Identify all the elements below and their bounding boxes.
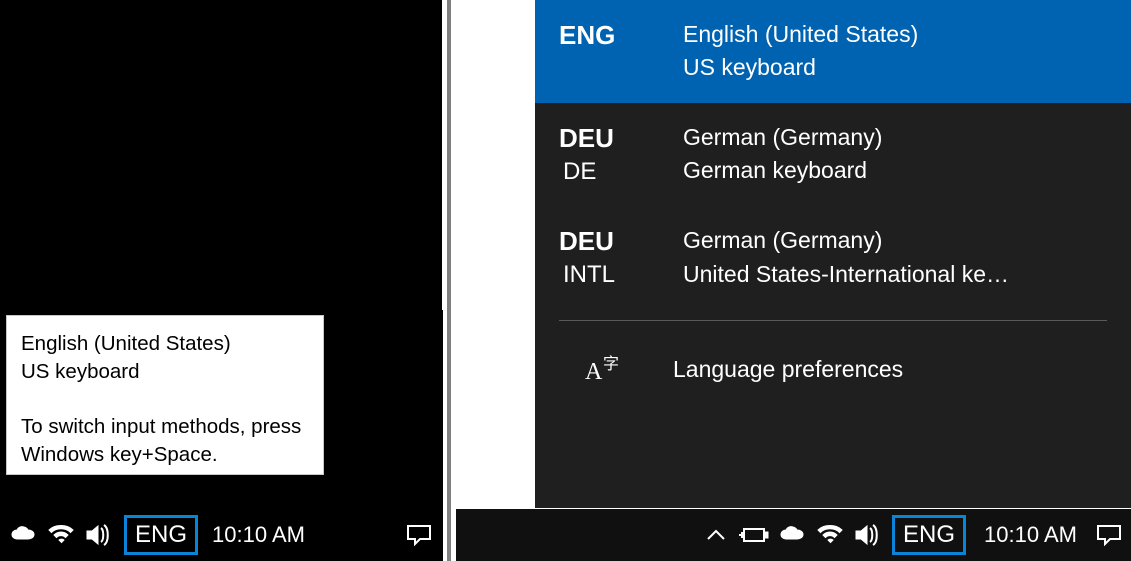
wifi-icon[interactable] — [812, 509, 848, 561]
language-text: German (Germany) United States-Internati… — [683, 224, 1107, 291]
language-preferences-link[interactable]: A 字 Language preferences — [535, 331, 1131, 409]
volume-icon[interactable] — [82, 509, 116, 561]
action-center-icon[interactable] — [402, 509, 436, 561]
right-taskbar: ENG 10:10 AM — [456, 509, 1131, 561]
language-indicator[interactable]: ENG — [124, 515, 198, 555]
language-text: English (United States) US keyboard — [683, 18, 1107, 85]
onedrive-icon[interactable] — [774, 509, 810, 561]
wifi-icon[interactable] — [44, 509, 78, 561]
svg-text:A: A — [585, 359, 603, 385]
separator-tick — [440, 310, 443, 561]
left-taskbar: ENG 10:10 AM — [0, 509, 442, 561]
flyout-separator — [559, 320, 1107, 321]
panel-divider — [447, 0, 451, 561]
svg-text:字: 字 — [603, 355, 619, 373]
language-code: ENG — [559, 18, 655, 53]
taskbar-clock[interactable]: 10:10 AM — [206, 522, 311, 548]
language-code: DEU DE — [559, 121, 655, 188]
language-indicator-label: ENG — [903, 521, 955, 549]
language-preferences-label: Language preferences — [673, 356, 903, 383]
tooltip-line: English (United States) — [21, 330, 309, 358]
tooltip-line: US keyboard — [21, 358, 309, 386]
language-flyout: ENG English (United States) US keyboard … — [535, 0, 1131, 508]
language-code: DEU INTL — [559, 224, 655, 291]
language-preferences-icon: A 字 — [579, 353, 631, 387]
tooltip-line: To switch input methods, press — [21, 413, 309, 441]
language-option-en-us[interactable]: ENG English (United States) US keyboard — [535, 0, 1131, 103]
language-option-de-intl[interactable]: DEU INTL German (Germany) United States-… — [535, 206, 1131, 309]
tooltip-line: Windows key+Space. — [21, 441, 309, 469]
right-panel: ENG English (United States) US keyboard … — [456, 0, 1131, 561]
battery-icon[interactable] — [736, 509, 772, 561]
left-panel: English (United States) US keyboard To s… — [0, 0, 442, 561]
language-indicator[interactable]: ENG — [892, 515, 966, 555]
language-indicator-label: ENG — [135, 521, 187, 549]
language-option-de-de[interactable]: DEU DE German (Germany) German keyboard — [535, 103, 1131, 206]
language-tooltip: English (United States) US keyboard To s… — [6, 315, 324, 475]
taskbar-clock[interactable]: 10:10 AM — [972, 522, 1089, 548]
language-text: German (Germany) German keyboard — [683, 121, 1107, 188]
onedrive-icon[interactable] — [6, 509, 40, 561]
volume-icon[interactable] — [850, 509, 886, 561]
stage: English (United States) US keyboard To s… — [0, 0, 1131, 561]
tray-overflow-icon[interactable] — [698, 509, 734, 561]
action-center-icon[interactable] — [1091, 509, 1127, 561]
